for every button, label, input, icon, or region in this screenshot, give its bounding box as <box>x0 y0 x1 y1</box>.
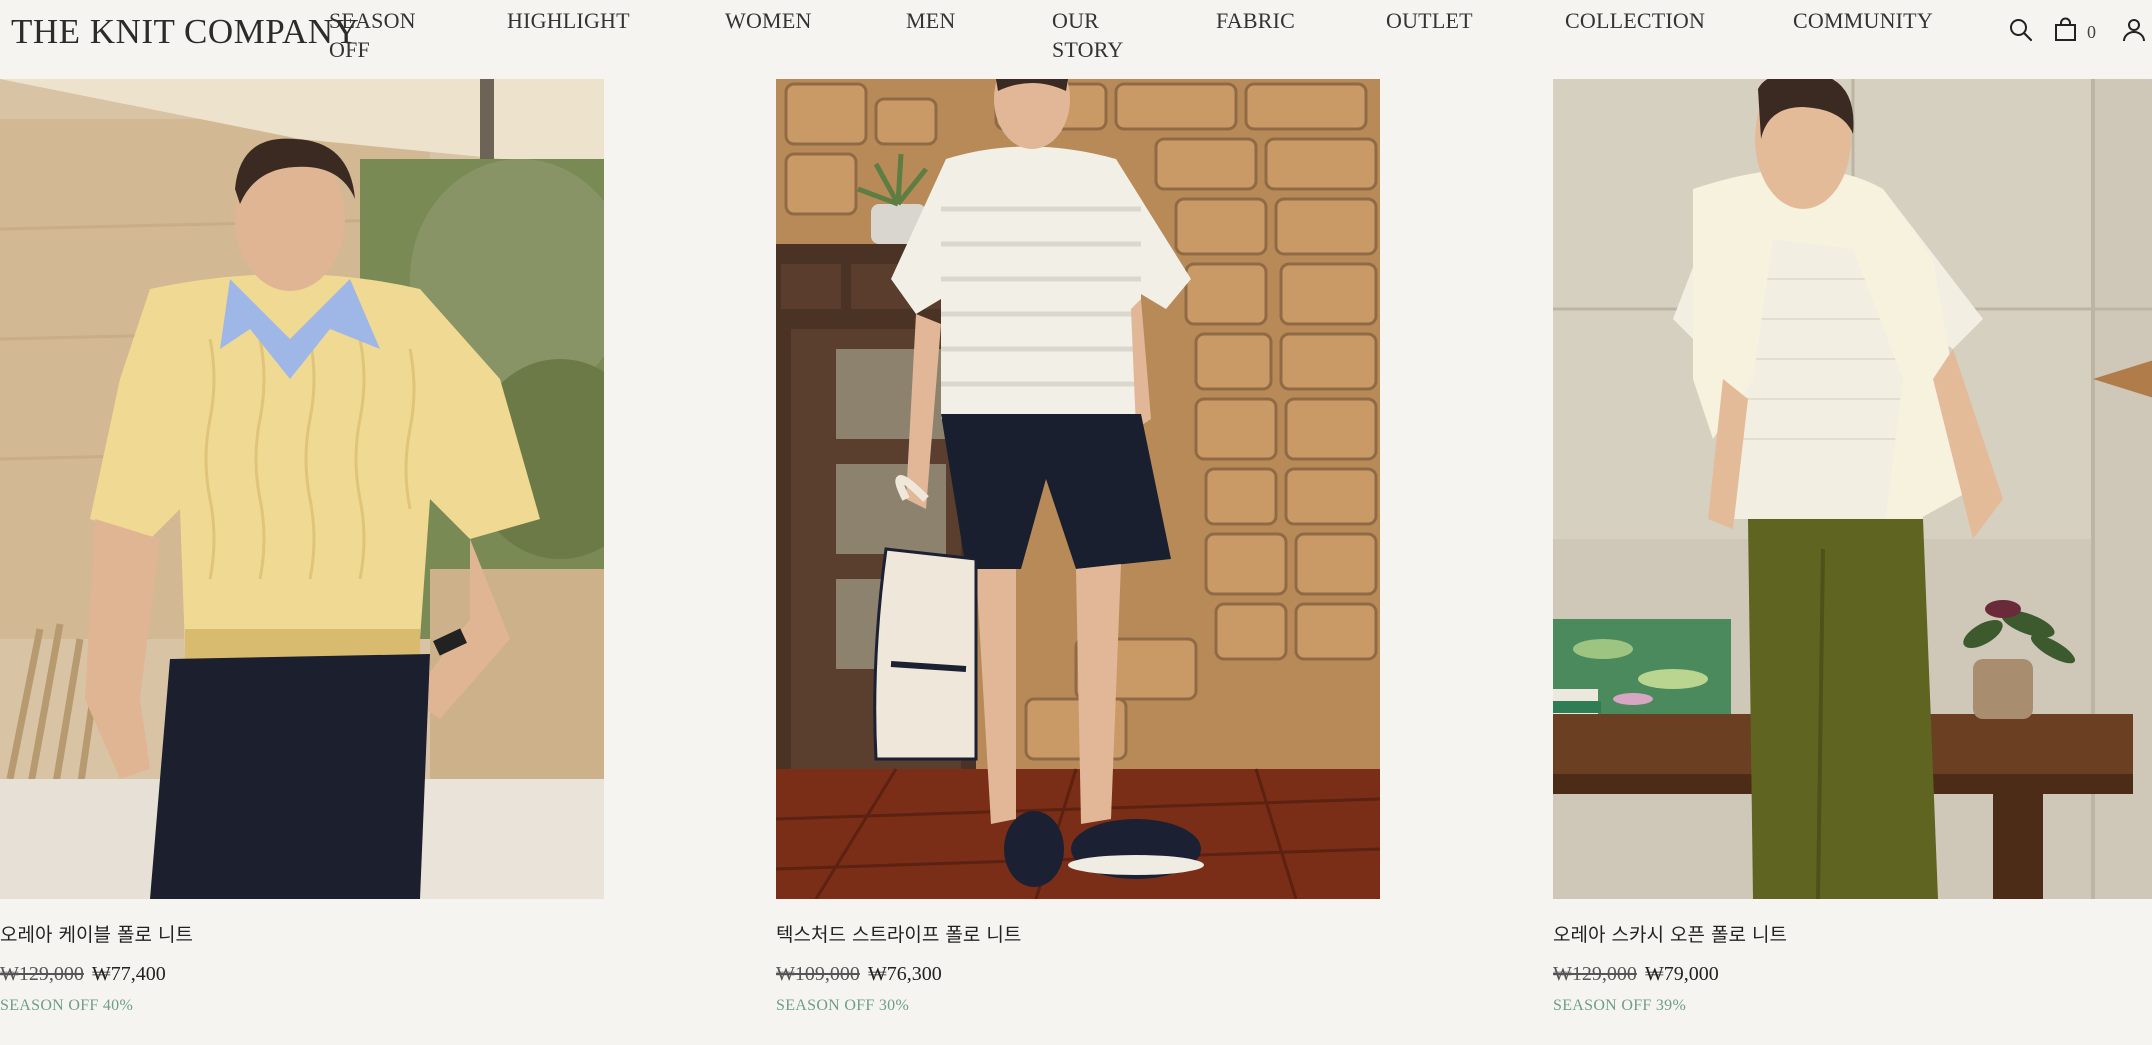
nav-outlet-label: OUTLET <box>1386 8 1473 33</box>
brand-logo[interactable]: THE KNIT COMPANY <box>11 12 359 52</box>
nav-highlight-label: HIGHLIGHT <box>507 8 630 33</box>
nav-our-story[interactable]: OUR STORY <box>1052 6 1124 64</box>
product-image-open-polo[interactable] <box>1553 79 2152 899</box>
original-price: ₩109,000 <box>776 963 860 985</box>
nav-community-label: COMMUNITY <box>1793 8 1933 33</box>
search-icon[interactable] <box>2008 17 2034 43</box>
nav-our-story-line2: STORY <box>1052 37 1124 62</box>
discount-badge: SEASON OFF 40% <box>0 997 134 1014</box>
price-row: ₩129,000 ₩79,000 <box>1553 963 1719 986</box>
site-header: THE KNIT COMPANY SEASON OFF HIGHLIGHT WO… <box>0 0 2152 79</box>
sale-price: ₩79,000 <box>1644 963 1719 985</box>
nav-community[interactable]: COMMUNITY <box>1793 6 1933 35</box>
nav-women[interactable]: WOMEN <box>725 6 812 35</box>
nav-highlight[interactable]: HIGHLIGHT <box>507 6 630 35</box>
product-image-yellow-cable-polo[interactable] <box>0 79 604 899</box>
nav-season-off-line2: OFF <box>329 37 370 62</box>
nav-men[interactable]: MEN <box>906 6 956 35</box>
nav-season-off-line1: SEASON <box>329 8 416 33</box>
product-card[interactable]: 텍스처드 스트라이프 폴로 니트 ₩109,000 ₩76,300 SEASON … <box>776 79 1380 1014</box>
sale-price: ₩76,300 <box>867 963 942 985</box>
nav-our-story-line1: OUR <box>1052 8 1100 33</box>
product-name[interactable]: 텍스처드 스트라이프 폴로 니트 <box>776 920 1021 947</box>
nav-men-label: MEN <box>906 8 956 33</box>
user-icon[interactable] <box>2121 17 2147 43</box>
original-price: ₩129,000 <box>1553 963 1637 985</box>
original-price: ₩129,000 <box>0 963 84 985</box>
cart-count: 0 <box>2087 22 2096 42</box>
price-row: ₩109,000 ₩76,300 <box>776 963 942 986</box>
nav-collection[interactable]: COLLECTION <box>1565 6 1705 35</box>
product-card[interactable]: 오레아 스카시 오픈 폴로 니트 ₩129,000 ₩79,000 SEASON … <box>1553 79 2152 1014</box>
sale-price: ₩77,400 <box>91 963 166 985</box>
product-card[interactable]: 오레아 케이블 폴로 니트 ₩129,000 ₩77,400 SEASON OFF… <box>0 79 604 1014</box>
nav-season-off[interactable]: SEASON OFF <box>329 6 416 64</box>
nav-fabric[interactable]: FABRIC <box>1216 6 1295 35</box>
product-image-stripe-polo[interactable] <box>776 79 1380 899</box>
nav-women-label: WOMEN <box>725 8 812 33</box>
nav-collection-label: COLLECTION <box>1565 8 1706 33</box>
product-name[interactable]: 오레아 스카시 오픈 폴로 니트 <box>1553 920 1787 947</box>
shopping-bag-icon[interactable] <box>2053 17 2079 43</box>
discount-badge: SEASON OFF 39% <box>1553 997 1687 1014</box>
price-row: ₩129,000 ₩77,400 <box>0 963 166 986</box>
discount-badge: SEASON OFF 30% <box>776 997 910 1014</box>
nav-fabric-label: FABRIC <box>1216 8 1296 33</box>
product-name[interactable]: 오레아 케이블 폴로 니트 <box>0 920 193 947</box>
nav-outlet[interactable]: OUTLET <box>1386 6 1473 35</box>
